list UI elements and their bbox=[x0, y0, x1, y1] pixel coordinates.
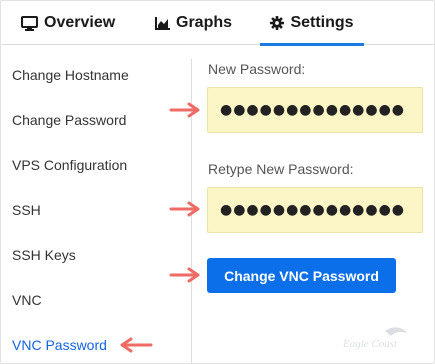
active-tab-indicator bbox=[260, 43, 364, 46]
sidebar-item-change-hostname[interactable]: Change Hostname bbox=[12, 67, 129, 83]
sidebar-item-ssh[interactable]: SSH bbox=[12, 202, 41, 218]
tab-graphs-label: Graphs bbox=[176, 14, 233, 31]
sidebar-item-vps-configuration[interactable]: VPS Configuration bbox=[12, 157, 127, 173]
tab-settings[interactable]: Settings bbox=[260, 1, 364, 46]
vps-settings-panel: Overview Graphs Settings Change Hostname… bbox=[0, 0, 435, 364]
watermark-text: Eagle Coast bbox=[342, 338, 398, 350]
sidebar-item-vnc-password[interactable]: VNC Password bbox=[12, 337, 107, 353]
new-password-label: New Password: bbox=[208, 61, 306, 77]
watermark-logo: Eagle Coast bbox=[342, 327, 407, 350]
annotation-arrow-right-icon bbox=[169, 102, 200, 118]
new-password-field[interactable]: ●●●●●●●●●●●●●● bbox=[207, 87, 423, 133]
area-chart-icon bbox=[155, 16, 170, 30]
retype-password-field[interactable]: ●●●●●●●●●●●●●● bbox=[207, 187, 423, 233]
gear-icon bbox=[270, 16, 285, 30]
change-vnc-password-button[interactable]: Change VNC Password bbox=[207, 258, 396, 293]
annotation-arrow-left-icon bbox=[120, 337, 153, 353]
sidebar-item-vnc[interactable]: VNC bbox=[12, 292, 42, 308]
retype-password-label: Retype New Password: bbox=[208, 161, 354, 177]
sidebar-item-change-password[interactable]: Change Password bbox=[12, 112, 126, 128]
tab-graphs[interactable]: Graphs bbox=[155, 1, 232, 45]
tab-settings-label: Settings bbox=[290, 14, 354, 31]
tab-overview[interactable]: Overview bbox=[21, 1, 115, 45]
sidebar-item-ssh-keys[interactable]: SSH Keys bbox=[12, 247, 76, 263]
tab-bar: Overview Graphs Settings bbox=[1, 1, 434, 46]
monitor-icon bbox=[21, 15, 38, 31]
annotation-arrow-right-icon bbox=[169, 267, 200, 283]
tab-overview-label: Overview bbox=[44, 14, 116, 31]
annotation-arrow-right-icon bbox=[169, 201, 200, 217]
